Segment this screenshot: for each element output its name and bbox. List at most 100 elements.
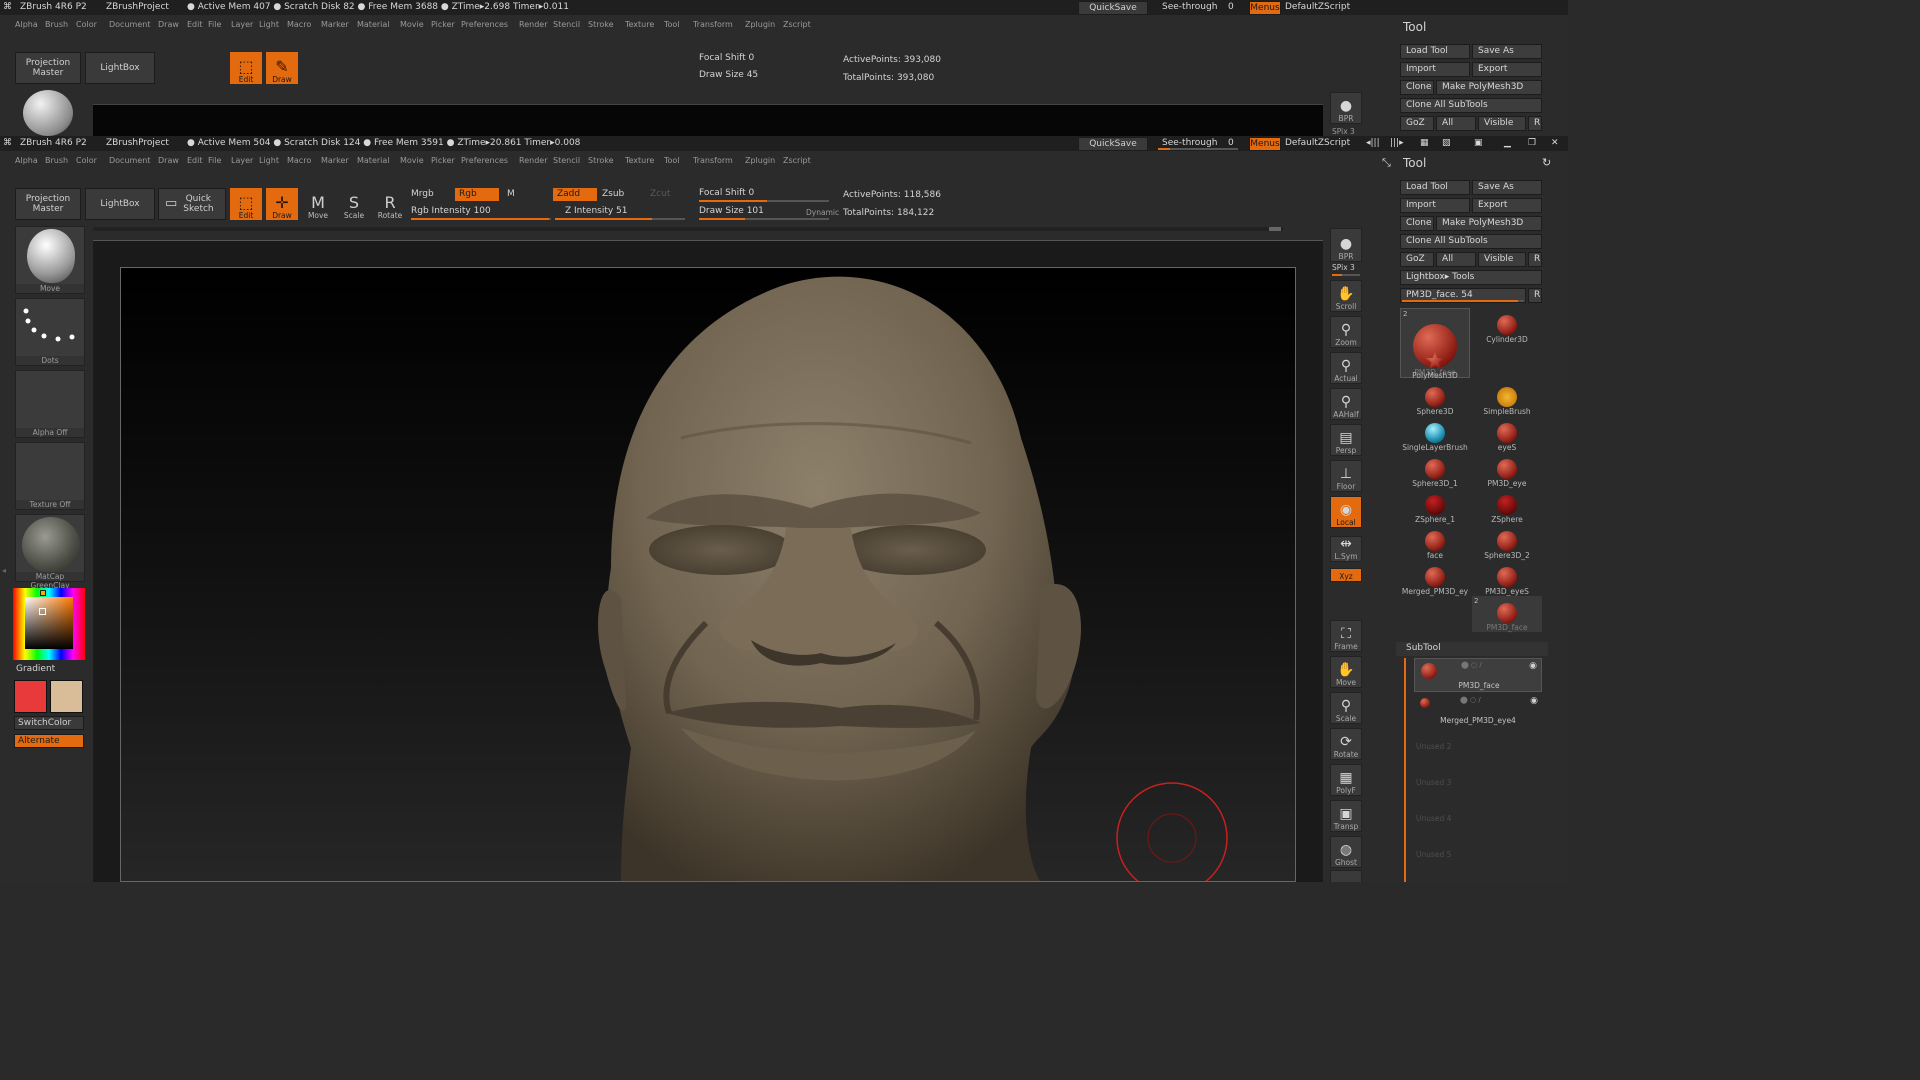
tool-thumb-zsphere-1[interactable]: ZSphere_1: [1400, 488, 1470, 524]
rgb-button[interactable]: Rgb: [455, 188, 499, 201]
nav-xyz-button[interactable]: xyzXyz: [1330, 568, 1362, 582]
zadd-button[interactable]: Zadd: [553, 188, 597, 201]
nav-lsym-button[interactable]: ⇹ L.Sym: [1330, 536, 1362, 562]
nav-polyf-button[interactable]: ▦ PolyF: [1330, 764, 1362, 796]
tool-thumb-face[interactable]: face: [1400, 524, 1470, 560]
mrgb-button[interactable]: Mrgb: [411, 189, 434, 199]
tool-thumb-pm3d-face[interactable]: PM3D_face 2: [1472, 596, 1542, 632]
back-clone-all-button[interactable]: Clone All SubTools: [1400, 98, 1542, 113]
menu-marker[interactable]: Marker: [321, 156, 349, 165]
back-seethrough-label[interactable]: See-through: [1162, 2, 1217, 12]
back-edit-button[interactable]: ⬚ Edit: [230, 52, 262, 84]
primary-color-swatch[interactable]: [14, 680, 47, 713]
tool-thumb-polymesh3d[interactable]: PolyMesh3D: [1400, 344, 1470, 380]
gradient-label[interactable]: Gradient: [16, 664, 55, 674]
tool-thumb-merged-pm3d-ey[interactable]: Merged_PM3D_ey: [1400, 560, 1470, 596]
menu-movie[interactable]: Movie: [400, 156, 424, 165]
menu-alpha[interactable]: Alpha: [15, 156, 38, 165]
dynamic-toggle[interactable]: Dynamic: [806, 208, 839, 217]
bpr-button[interactable]: ● BPR: [1330, 228, 1362, 262]
back-lightbox-button[interactable]: LightBox: [85, 52, 155, 84]
minimize-icon[interactable]: ▁: [1504, 138, 1511, 148]
menu-color[interactable]: Color: [76, 156, 97, 165]
tool-panel-pin-icon[interactable]: ⤡: [1382, 156, 1391, 170]
lock-icon[interactable]: ▣: [1474, 138, 1483, 148]
menu-light[interactable]: Light: [259, 156, 279, 165]
ui-layout-icon[interactable]: ▦: [1420, 138, 1429, 148]
nav-persp-button[interactable]: ▤ Persp: [1330, 424, 1362, 456]
back-export-button[interactable]: Export: [1472, 62, 1542, 77]
restore-icon[interactable]: ❐: [1528, 138, 1536, 148]
default-zscript-label[interactable]: DefaultZScript: [1285, 138, 1350, 148]
nav-local-button[interactable]: ◉ Local: [1330, 496, 1362, 528]
alpha-selector[interactable]: Alpha Off: [15, 370, 85, 438]
nav-zoom-button[interactable]: ⚲ Zoom: [1330, 316, 1362, 348]
menu-stroke[interactable]: Stroke: [588, 156, 614, 165]
back-quicksave-button[interactable]: QuickSave: [1078, 1, 1148, 15]
focal-shift-label[interactable]: Focal Shift 0: [699, 188, 754, 198]
secondary-color-swatch[interactable]: [50, 680, 83, 713]
menu-render[interactable]: Render: [519, 20, 547, 29]
nav-aahalf-button[interactable]: ⚲ AAHalf: [1330, 388, 1362, 420]
rgb-intensity-slider-label[interactable]: Rgb Intensity 100: [411, 206, 491, 216]
subtool-polypaint-toggle-icon[interactable]: ⬤ ○ ∕: [1460, 696, 1481, 704]
back-make-polymesh-button[interactable]: Make PolyMesh3D: [1436, 80, 1542, 95]
lightbox-button[interactable]: LightBox: [85, 188, 155, 220]
menu-zplugin[interactable]: Zplugin: [745, 156, 775, 165]
color-picker[interactable]: [13, 588, 85, 660]
nav-frame-button[interactable]: ⛶ Frame: [1330, 620, 1362, 652]
menu-document[interactable]: Document: [109, 20, 150, 29]
texture-selector[interactable]: Texture Off: [15, 442, 85, 510]
menu-color[interactable]: Color: [76, 20, 97, 29]
current-tool-r-button[interactable]: R: [1528, 288, 1542, 303]
menu-texture[interactable]: Texture: [625, 156, 654, 165]
subtool-polypaint-toggle-icon[interactable]: ⬤ ○ ∕: [1461, 661, 1482, 669]
nav-transp-button[interactable]: ▣ Transp: [1330, 800, 1362, 832]
material-selector[interactable]: MatCap GreenClay: [15, 514, 85, 590]
menu-tool[interactable]: Tool: [664, 156, 680, 165]
goz-button[interactable]: GoZ: [1400, 252, 1434, 267]
menu-zscript[interactable]: Zscript: [783, 156, 811, 165]
menu-document[interactable]: Document: [109, 156, 150, 165]
subtool-row[interactable]: Unused 3: [1414, 766, 1542, 800]
tool-thumb-singlelayerbrush[interactable]: SingleLayerBrush: [1400, 416, 1470, 452]
document-canvas[interactable]: [120, 267, 1296, 882]
nav-floor-button[interactable]: ⊥ Floor: [1330, 460, 1362, 492]
z-intensity-slider-label[interactable]: Z Intensity 51: [565, 206, 628, 216]
left-tray-collapse-icon[interactable]: ◂: [2, 566, 6, 575]
nav-scroll-button[interactable]: ✋ Scroll: [1330, 280, 1362, 312]
back-script-label[interactable]: DefaultZScript: [1285, 2, 1350, 12]
menu-draw[interactable]: Draw: [158, 20, 179, 29]
m-button[interactable]: M: [507, 189, 515, 199]
menu-file[interactable]: File: [208, 156, 221, 165]
back-load-tool-button[interactable]: Load Tool: [1400, 44, 1470, 59]
tool-thumb-eyes[interactable]: eyeS: [1472, 416, 1542, 452]
zsub-button[interactable]: Zsub: [602, 189, 624, 199]
back-bpr-button[interactable]: ● BPR: [1330, 92, 1362, 124]
switch-color-button[interactable]: SwitchColor: [14, 716, 84, 730]
back-save-as-button[interactable]: Save As: [1472, 44, 1542, 59]
tool-panel-reset-icon[interactable]: ↻: [1542, 156, 1551, 169]
layout-next-icon[interactable]: |||▸: [1390, 138, 1404, 148]
toolbar-scrollbar[interactable]: [93, 227, 1283, 231]
quicksave-button[interactable]: QuickSave: [1078, 137, 1148, 151]
menu-macro[interactable]: Macro: [287, 20, 311, 29]
back-visible-button[interactable]: Visible: [1478, 116, 1526, 131]
quick-sketch-button[interactable]: ▭ Quick Sketch: [158, 188, 226, 220]
menu-zplugin[interactable]: Zplugin: [745, 20, 775, 29]
color-saturation-square[interactable]: [25, 597, 73, 649]
goz-all-button[interactable]: All: [1436, 252, 1476, 267]
subtool-row[interactable]: Unused 4: [1414, 802, 1542, 836]
menus-toggle-button[interactable]: Menus: [1249, 137, 1281, 151]
menu-tool[interactable]: Tool: [664, 20, 680, 29]
back-menus-button[interactable]: Menus: [1249, 1, 1281, 15]
menu-edit[interactable]: Edit: [187, 20, 203, 29]
menu-draw[interactable]: Draw: [158, 156, 179, 165]
tool-thumb-zsphere[interactable]: ZSphere: [1472, 488, 1542, 524]
subtool-row[interactable]: PM3D_face ◉ ⬤ ○ ∕: [1414, 658, 1542, 692]
tool-thumb-sphere3d-2[interactable]: Sphere3D_2: [1472, 524, 1542, 560]
projection-master-button[interactable]: Projection Master: [15, 188, 81, 220]
spix-slider[interactable]: [1332, 274, 1360, 276]
edit-button[interactable]: ⬚ Edit: [230, 188, 262, 220]
export-button[interactable]: Export: [1472, 198, 1542, 213]
